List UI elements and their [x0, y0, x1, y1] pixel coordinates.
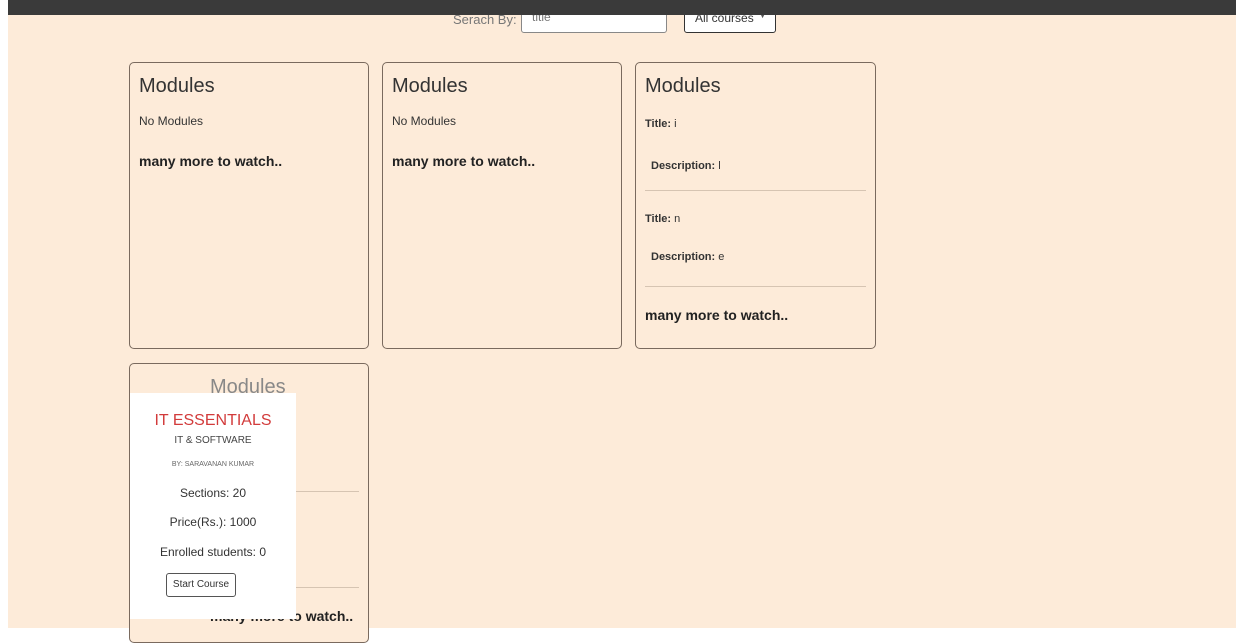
course-category: IT & SOFTWARE: [174, 435, 252, 446]
no-modules-text: No Modules: [392, 114, 457, 128]
module-description-label: Description:: [651, 160, 716, 172]
module-title-value: i: [674, 118, 677, 130]
course-author: BY: SARAVANAN KUMAR: [171, 461, 255, 468]
course-title: IT ESSENTIALS: [154, 412, 272, 429]
module-divider: [645, 286, 866, 287]
module-description-field: Description: e: [651, 251, 724, 263]
module-card: Modules Title: i Description: l Title: n…: [635, 62, 876, 349]
course-price: Price(Rs.): 1000: [169, 515, 257, 529]
module-description-value: e: [718, 251, 725, 263]
card-title: Modules: [139, 75, 215, 97]
no-modules-text: No Modules: [139, 114, 204, 128]
module-title-field: Title: i: [645, 118, 677, 130]
top-nav-bar: [8, 0, 1236, 15]
module-card: Modules No Modules many more to watch..: [129, 62, 369, 349]
course-sections: Sections: 20: [179, 486, 247, 500]
card-title: Modules: [392, 75, 468, 97]
module-description-label: Description:: [651, 251, 716, 263]
module-title-value: n: [674, 213, 681, 225]
module-description-value: l: [718, 160, 721, 172]
module-divider: [645, 190, 866, 191]
card-title: Modules: [645, 75, 721, 97]
module-card: Modules No Modules many more to watch..: [382, 62, 622, 349]
module-title-label: Title:: [645, 213, 672, 225]
module-description-field: Description: l: [651, 160, 721, 172]
course-enrolled: Enrolled students: 0: [159, 545, 267, 559]
start-course-button[interactable]: Start Course: [166, 573, 236, 597]
module-title-label: Title:: [645, 118, 672, 130]
more-to-watch-text: many more to watch..: [392, 153, 536, 169]
more-to-watch-text: many more to watch..: [139, 153, 283, 169]
module-title-field: Title: n: [645, 213, 680, 225]
more-to-watch-text: many more to watch..: [645, 307, 789, 323]
course-popup: IT ESSENTIALS IT & SOFTWARE BY: SARAVANA…: [130, 393, 296, 619]
